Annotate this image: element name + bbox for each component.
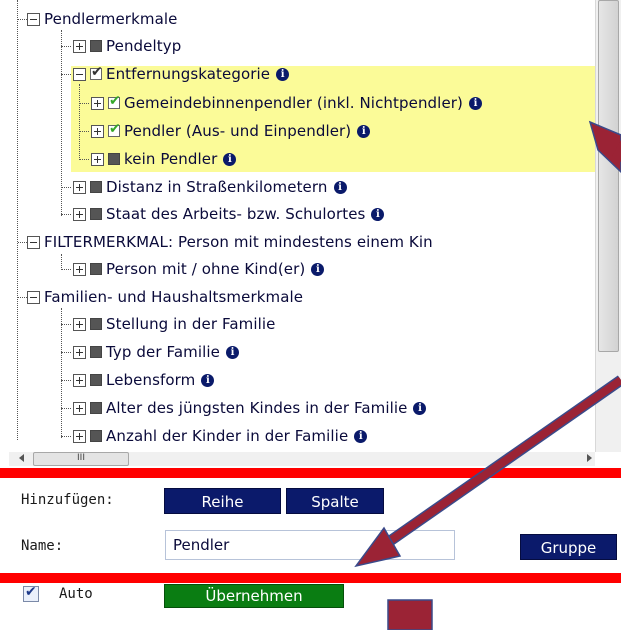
checkbox-icon[interactable] <box>90 263 102 275</box>
name-input[interactable]: Pendler <box>165 530 455 560</box>
vertical-scroll-thumb[interactable] <box>598 0 619 352</box>
group-button[interactable]: Gruppe <box>520 534 617 560</box>
tree-node-entfernungskategorie[interactable]: Entfernungskategorie i <box>61 61 290 87</box>
expand-icon[interactable] <box>73 345 86 359</box>
vertical-scrollbar[interactable] <box>595 0 621 452</box>
tree-node-label: Stellung in der Familie <box>106 315 276 333</box>
tree-node-typ-familie[interactable]: Typ der Familie i <box>61 339 239 365</box>
add-column-button[interactable]: Spalte <box>286 488 384 514</box>
checkbox-icon[interactable] <box>108 121 121 137</box>
annotation-bar-top <box>0 468 621 478</box>
collapse-icon[interactable] <box>27 12 40 26</box>
expand-icon[interactable] <box>91 124 104 138</box>
left-margin <box>0 0 7 630</box>
scroll-left-icon[interactable] <box>19 454 24 462</box>
expand-icon[interactable] <box>73 207 86 221</box>
tree-node-label: Familien- und Haushaltsmerkmale <box>44 288 304 306</box>
info-icon[interactable]: i <box>354 429 368 443</box>
tree-node-label: Person mit / ohne Kind(er) <box>106 260 306 278</box>
tree-node-label: Anzahl der Kinder in der Familie <box>106 427 349 445</box>
tree-node-familien[interactable]: Familien- und Haushaltsmerkmale <box>18 284 303 310</box>
checkbox-icon[interactable] <box>108 93 121 109</box>
info-icon[interactable]: i <box>413 401 427 415</box>
tree-node-person-kind[interactable]: Person mit / ohne Kind(er) i <box>61 256 325 282</box>
tree-node-filtermerkmal[interactable]: FILTERMERKMAL: Person mit mindestens ein… <box>18 229 433 255</box>
auto-label: Auto <box>59 586 93 602</box>
tree-node-label: Lebensform <box>106 371 196 389</box>
checkbox-icon[interactable] <box>90 181 102 193</box>
checkbox-icon[interactable] <box>90 374 102 386</box>
tree-node-pendler-aus-ein[interactable]: Pendler (Aus- und Einpendler) i <box>79 118 371 144</box>
expand-icon[interactable] <box>91 96 104 110</box>
tree-node-gemeindebinnenpendler[interactable]: Gemeindebinnenpendler (inkl. Nichtpendle… <box>79 90 482 116</box>
tree-node-label: Gemeindebinnenpendler (inkl. Nichtpendle… <box>124 94 463 112</box>
info-icon[interactable]: i <box>333 180 347 194</box>
info-icon[interactable]: i <box>469 96 482 110</box>
info-icon[interactable]: i <box>201 373 215 387</box>
checkbox-icon[interactable] <box>90 318 102 330</box>
expand-icon[interactable] <box>73 429 86 443</box>
expand-icon[interactable] <box>73 180 86 194</box>
name-label: Name: <box>21 538 64 554</box>
add-label: Hinzufügen: <box>21 492 114 508</box>
collapse-icon[interactable] <box>27 235 40 249</box>
tree-node-kein-pendler[interactable]: kein Pendler i <box>79 146 237 172</box>
tree-panel: Pendlermerkmale Pendeltyp Entfernungskat… <box>9 0 595 452</box>
horizontal-scroll-thumb[interactable]: III <box>33 452 129 466</box>
checkbox-icon[interactable] <box>90 40 102 52</box>
tree-node-label: Pendeltyp <box>106 37 182 55</box>
expand-icon[interactable] <box>73 373 86 387</box>
tree-node-lebensform[interactable]: Lebensform i <box>61 367 215 393</box>
tree-node-anzahl-kinder[interactable]: Anzahl der Kinder in der Familie i <box>61 423 368 449</box>
expand-icon[interactable] <box>73 39 86 53</box>
tree-node-alter-kind[interactable]: Alter des jüngsten Kindes in der Familie… <box>61 395 427 421</box>
tree-node-staat[interactable]: Staat des Arbeits- bzw. Schulortes i <box>61 201 385 227</box>
expand-icon[interactable] <box>73 262 86 276</box>
expand-icon[interactable] <box>91 152 104 166</box>
tree-line <box>17 0 18 440</box>
annotation-bar-bottom <box>0 573 621 583</box>
info-icon[interactable]: i <box>311 262 325 276</box>
checkbox-icon[interactable] <box>108 153 120 165</box>
tree-node-label: FILTERMERKMAL: Person mit mindestens ein… <box>44 233 433 251</box>
expand-icon[interactable] <box>73 317 86 331</box>
add-row-button[interactable]: Reihe <box>164 488 281 514</box>
checkbox-icon[interactable] <box>90 346 102 358</box>
scroll-right-icon[interactable] <box>587 454 592 462</box>
auto-checkbox[interactable] <box>23 584 39 602</box>
info-icon[interactable]: i <box>225 345 239 359</box>
tree-node-label: Distanz in Straßenkilometern <box>106 178 328 196</box>
checkbox-icon[interactable] <box>90 430 102 442</box>
checkbox-icon[interactable] <box>90 402 102 414</box>
expand-icon[interactable] <box>73 401 86 415</box>
collapse-icon[interactable] <box>73 67 86 81</box>
annotation-marker <box>387 599 433 630</box>
tree-node-label: Entfernungskategorie <box>106 65 271 83</box>
apply-button[interactable]: Übernehmen <box>164 584 344 608</box>
tree-node-label: Alter des jüngsten Kindes in der Familie <box>106 399 408 417</box>
tree-node-label: Typ der Familie <box>106 343 220 361</box>
tree-node-distanz[interactable]: Distanz in Straßenkilometern i <box>61 174 347 200</box>
tree-node-pendlermerkmale[interactable]: Pendlermerkmale <box>18 6 177 32</box>
info-icon[interactable]: i <box>223 152 237 166</box>
horizontal-scrollbar[interactable]: III <box>9 452 595 466</box>
info-icon[interactable]: i <box>357 124 371 138</box>
tree-node-label: Pendler (Aus- und Einpendler) <box>124 122 352 140</box>
tree-node-pendeltyp[interactable]: Pendeltyp <box>61 33 181 59</box>
tree-node-label: Staat des Arbeits- bzw. Schulortes <box>106 205 366 223</box>
tree-node-label: Pendlermerkmale <box>44 10 178 28</box>
info-icon[interactable]: i <box>371 207 385 221</box>
collapse-icon[interactable] <box>27 290 40 304</box>
checkbox-icon[interactable] <box>90 208 102 220</box>
tree-node-stellung[interactable]: Stellung in der Familie <box>61 311 275 337</box>
info-icon[interactable]: i <box>276 67 290 81</box>
tree-node-label: kein Pendler <box>124 150 218 168</box>
checkbox-icon[interactable] <box>90 64 103 80</box>
